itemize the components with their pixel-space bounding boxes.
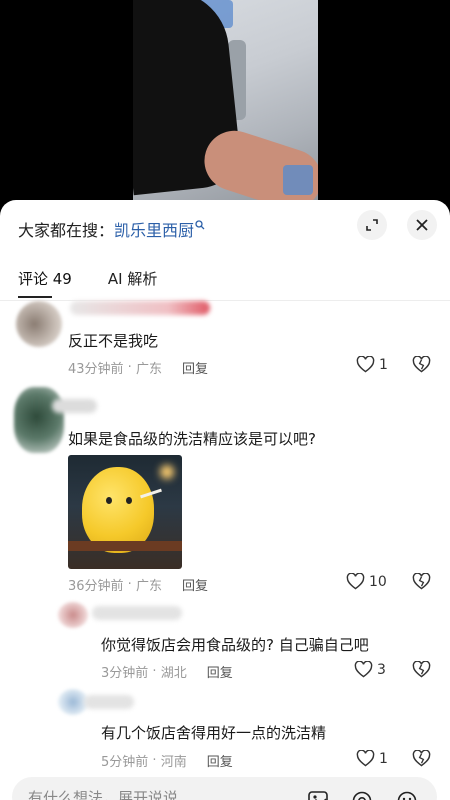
dislike-button[interactable] (412, 572, 431, 594)
comment-text: 反正不是我吃 (68, 332, 159, 350)
reply-text: 有几个饭店舍得用好一点的洗洁精 (101, 724, 327, 742)
search-icon (195, 220, 205, 230)
video-frame (133, 0, 318, 205)
comment-time: 5分钟前 (101, 755, 149, 770)
username-blurred[interactable] (52, 399, 97, 413)
search-prefix: 大家都在搜： (18, 221, 115, 240)
close-button[interactable] (407, 210, 437, 240)
image-icon[interactable] (308, 791, 328, 800)
dislike-button[interactable] (412, 660, 431, 682)
reply-button[interactable]: 回复 (207, 662, 233, 681)
comment-input-placeholder: 有什么想法，展开说说 (28, 789, 179, 800)
heart-icon (346, 573, 365, 590)
search-suggestion[interactable]: 大家都在搜： 凯乐里西厨 (18, 218, 205, 240)
tab-ai-analysis[interactable]: AI 解析 (108, 268, 157, 294)
avatar[interactable] (58, 602, 88, 628)
emoji-icon[interactable] (397, 791, 417, 800)
reply-item: 有几个饭店舍得用好一点的洗洁精 5分钟前 · 河南 回复 1 (0, 685, 450, 770)
meta-separator: · (123, 360, 136, 375)
comment-sheet: 大家都在搜： 凯乐里西厨 评论 49 AI 解析 反正不是我吃 43分钟前 · … (0, 200, 450, 800)
comment-time: 43分钟前 (68, 362, 124, 377)
like-count: 1 (379, 356, 388, 373)
avatar[interactable] (16, 301, 62, 347)
video-detail-shape (283, 165, 313, 195)
comment-meta: 5分钟前 · 河南 回复 (101, 751, 233, 770)
broken-heart-icon (412, 355, 431, 373)
comment-meta: 43分钟前 · 广东 回复 (68, 358, 208, 377)
comment-item: 反正不是我吃 43分钟前 · 广东 回复 1 (0, 295, 450, 385)
tab-ai-label: AI 解析 (107, 270, 158, 288)
comment-location: 广东 (135, 362, 162, 377)
comment-time: 36分钟前 (68, 579, 124, 594)
like-button[interactable]: 10 (346, 573, 387, 590)
heart-icon (356, 750, 375, 767)
mention-icon[interactable] (352, 791, 372, 800)
sticker-light (160, 465, 174, 479)
reply-text: 你觉得饭店会用食品级的? 自己骗自己吧 (101, 636, 369, 654)
meta-separator: · (123, 577, 136, 592)
sticker-eye (106, 497, 112, 504)
reply-button[interactable]: 回复 (182, 358, 208, 377)
sticker-railing (68, 541, 182, 551)
comment-input[interactable]: 有什么想法，展开说说 (12, 777, 437, 800)
tab-comments-label: 评论 49 (18, 270, 72, 288)
comment-location: 广东 (135, 579, 162, 594)
username-blurred[interactable] (92, 606, 182, 620)
comment-item: 如果是食品级的洗洁精应该是可以吧? 36分钟前 · 广东 回复 10 (0, 385, 450, 600)
broken-heart-icon (412, 660, 431, 678)
like-button[interactable]: 1 (356, 750, 388, 767)
dislike-button[interactable] (412, 749, 431, 771)
heart-icon (354, 661, 373, 678)
close-icon (416, 219, 428, 231)
avatar[interactable] (14, 387, 64, 453)
video-player[interactable] (0, 0, 450, 205)
reply-item: 你觉得饭店会用食品级的? 自己骗自己吧 3分钟前 · 湖北 回复 3 (0, 600, 450, 685)
like-button[interactable]: 3 (354, 661, 386, 678)
comment-time: 3分钟前 (101, 666, 149, 681)
like-count: 3 (377, 661, 386, 678)
comment-meta: 3分钟前 · 湖北 回复 (101, 662, 233, 681)
comment-input-bar: 有什么想法，展开说说 (0, 770, 450, 800)
tab-bar: 评论 49 AI 解析 (18, 268, 157, 298)
broken-heart-icon (412, 749, 431, 767)
reply-button[interactable]: 回复 (182, 575, 208, 594)
dislike-button[interactable] (412, 355, 431, 377)
search-term-link[interactable]: 凯乐里西厨 (114, 217, 194, 241)
comment-text: 如果是食品级的洗洁精应该是可以吧? (68, 430, 316, 448)
heart-icon (356, 356, 375, 373)
meta-separator: · (148, 753, 161, 768)
like-button[interactable]: 1 (356, 356, 388, 373)
expand-icon (366, 219, 378, 231)
expand-button[interactable] (357, 210, 387, 240)
like-count: 10 (369, 573, 387, 590)
comment-location: 河南 (160, 755, 187, 770)
broken-heart-icon (412, 572, 431, 590)
comment-location: 湖北 (160, 666, 187, 681)
username-blurred[interactable] (70, 301, 210, 315)
tab-comments[interactable]: 评论 49 (18, 268, 72, 298)
sticker-eye (126, 497, 132, 504)
meta-separator: · (148, 664, 161, 679)
like-count: 1 (379, 750, 388, 767)
comment-image-sticker[interactable] (68, 455, 182, 569)
username-blurred[interactable] (84, 695, 134, 709)
comment-meta: 36分钟前 · 广东 回复 (68, 575, 208, 594)
reply-button[interactable]: 回复 (207, 751, 233, 770)
